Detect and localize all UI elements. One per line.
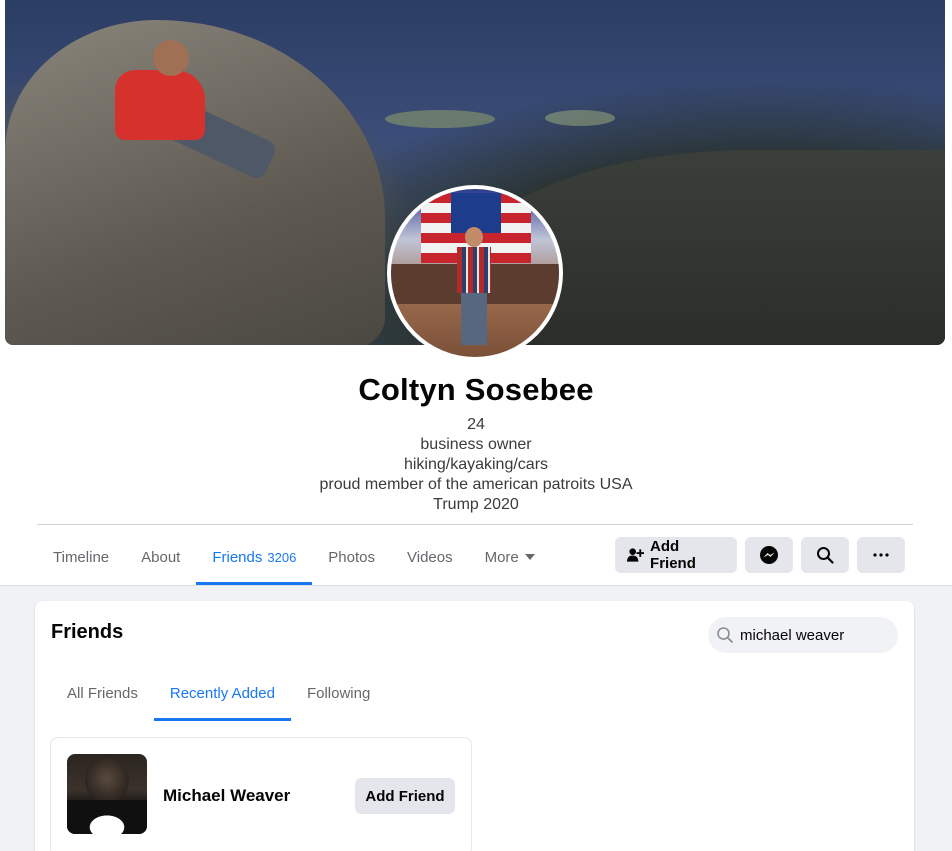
add-friend-icon	[627, 548, 645, 562]
add-friend-label: Add Friend	[650, 538, 696, 572]
friends-search-box[interactable]	[708, 617, 898, 653]
tab-label: Friends	[212, 548, 263, 566]
friend-result-card: Michael Weaver Add Friend	[50, 737, 472, 851]
profile-actions: Add Friend	[615, 537, 905, 573]
friend-avatar-cat	[67, 800, 147, 834]
messenger-icon	[760, 546, 778, 564]
profile-picture[interactable]	[387, 185, 563, 361]
friends-subtabs: All Friends Recently Added Following	[51, 665, 386, 721]
subtab-recently-added[interactable]: Recently Added	[153, 665, 292, 721]
friends-card: Friends All Friends Recently Added Follo…	[35, 601, 914, 851]
tab-label: Timeline	[53, 548, 110, 566]
caret-down-icon	[524, 554, 535, 560]
profile-person	[453, 227, 493, 347]
subtab-all-friends[interactable]: All Friends	[51, 665, 154, 721]
tab-more[interactable]: More	[469, 529, 551, 585]
tab-label: About	[141, 548, 181, 566]
friend-name-link[interactable]: Michael Weaver	[163, 786, 290, 806]
tab-photos[interactable]: Photos	[312, 529, 391, 585]
friend-add-friend-button[interactable]: Add Friend	[355, 778, 455, 814]
bio-line: Trump 2020	[433, 496, 519, 513]
search-icon	[717, 627, 733, 643]
tab-label: More	[484, 548, 519, 566]
divider	[37, 524, 913, 525]
profile-name: Coltyn Sosebee	[358, 372, 594, 407]
cover-field	[545, 110, 615, 126]
add-friend-button[interactable]: Add Friend	[615, 537, 737, 573]
search-icon	[817, 547, 834, 564]
subtab-following[interactable]: Following	[291, 665, 386, 721]
friend-avatar-face	[85, 758, 129, 804]
tab-timeline[interactable]: Timeline	[37, 529, 125, 585]
friends-search-input[interactable]	[740, 626, 890, 644]
bio-line: 24	[467, 416, 485, 433]
profile-bio: 24 business owner hiking/kayaking/cars p…	[0, 415, 952, 515]
profile-picture-image	[391, 189, 559, 357]
friends-section-title: Friends	[51, 621, 124, 643]
tab-about[interactable]: About	[125, 529, 196, 585]
cover-field	[385, 110, 495, 128]
cover-person-shirt	[115, 70, 205, 140]
subtab-label: Recently Added	[169, 684, 275, 702]
tab-label: Videos	[407, 548, 453, 566]
profile-person-shirt	[457, 247, 491, 293]
cover-person-head	[153, 40, 189, 76]
profile-person-pants	[461, 293, 487, 345]
message-button[interactable]	[745, 537, 793, 573]
more-icon	[873, 553, 889, 557]
friend-avatar[interactable]	[67, 754, 147, 834]
bio-line: proud member of the american patroits US…	[319, 476, 633, 493]
profile-person-head	[465, 227, 483, 247]
tab-friends[interactable]: Friends 3206	[196, 529, 313, 585]
subtab-label: Following	[306, 684, 371, 702]
bio-line: hiking/kayaking/cars	[403, 456, 549, 473]
profile-tabs: Timeline About Friends 3206 Photos Videos…	[37, 529, 551, 585]
search-button[interactable]	[801, 537, 849, 573]
bio-line: business owner	[420, 436, 532, 453]
cover-person	[105, 40, 279, 182]
tab-label: Photos	[328, 548, 375, 566]
subtab-label: All Friends	[67, 684, 138, 702]
more-options-button[interactable]	[857, 537, 905, 573]
tab-videos[interactable]: Videos	[391, 529, 469, 585]
friends-count: 3206	[267, 549, 297, 565]
